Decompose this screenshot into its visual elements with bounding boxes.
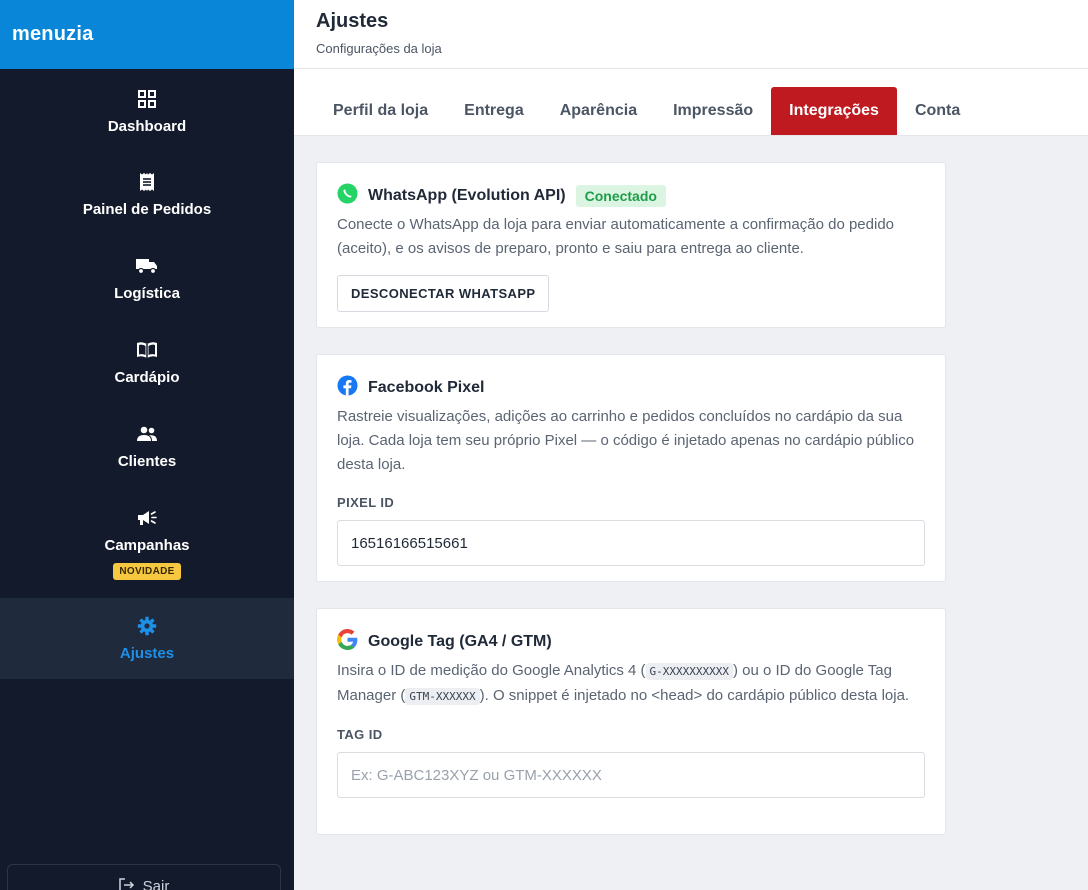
sidebar-item-label: Dashboard [107, 117, 187, 135]
google-icon [337, 629, 358, 655]
receipt-icon [136, 171, 158, 193]
megaphone-icon [136, 507, 158, 529]
pixel-id-label: PIXEL ID [337, 495, 395, 510]
whatsapp-card-header: WhatsApp (Evolution API) Conectado [337, 183, 925, 209]
page-title: Ajustes [316, 10, 389, 32]
facebook-pixel-card: Facebook Pixel Rastreie visualizações, a… [316, 354, 946, 582]
sidebar-item-label: Clientes [117, 452, 177, 470]
tab-appearance[interactable]: Aparência [542, 87, 655, 135]
tab-printing[interactable]: Impressão [655, 87, 771, 135]
whatsapp-card: WhatsApp (Evolution API) Conectado Conec… [316, 162, 946, 328]
tab-delivery[interactable]: Entrega [446, 87, 542, 135]
whatsapp-icon [337, 183, 358, 209]
tag-id-label: TAG ID [337, 727, 383, 742]
page-header: Ajustes Configurações da loja [294, 0, 1088, 69]
facebook-icon [337, 375, 358, 401]
logout-label: Sair [142, 878, 170, 890]
google-description: Insira o ID de medição do Google Analyti… [337, 659, 925, 709]
google-tag-card: Google Tag (GA4 / GTM) Insira o ID de me… [316, 608, 946, 835]
grid-icon [136, 88, 158, 110]
sidebar-item-menu[interactable]: Cardápio [0, 320, 294, 404]
sidebar-item-dashboard[interactable]: Dashboard [0, 69, 294, 153]
sidebar-item-label: Cardápio [114, 368, 180, 386]
brand-header[interactable]: menuzia [0, 0, 294, 69]
new-badge: NOVIDADE [113, 562, 181, 580]
sidebar-item-orders[interactable]: Painel de Pedidos [0, 153, 294, 236]
sidebar-item-label: Campanhas [104, 536, 190, 554]
sidebar-item-logistics[interactable]: Logística [0, 236, 294, 320]
whatsapp-description: Conecte o WhatsApp da loja para enviar a… [337, 216, 894, 257]
truck-icon [136, 255, 158, 277]
logout-icon [118, 878, 135, 890]
gtm-id-example: GTM-XXXXXX [405, 688, 480, 705]
sidebar: menuzia Dashboard Painel de Pedidos Logí… [0, 0, 294, 890]
google-description-text: ). O snippet é injetado no <head> do car… [479, 687, 910, 704]
sidebar-item-label: Painel de Pedidos [82, 201, 212, 218]
book-icon [136, 339, 158, 361]
users-icon [136, 423, 158, 445]
sidebar-item-label: Logística [114, 284, 180, 302]
google-card-header: Google Tag (GA4 / GTM) [337, 629, 925, 655]
disconnect-whatsapp-button[interactable]: DESCONECTAR WHATSAPP [337, 275, 550, 312]
facebook-title: Facebook Pixel [368, 379, 485, 396]
google-title: Google Tag (GA4 / GTM) [368, 633, 552, 650]
tab-integrations[interactable]: Integrações [771, 87, 897, 135]
logout-button[interactable]: Sair [7, 864, 281, 890]
pixel-id-input[interactable] [337, 520, 925, 566]
tab-account[interactable]: Conta [897, 87, 978, 135]
tab-store-profile[interactable]: Perfil da loja [315, 87, 446, 135]
ga4-id-example: G-XXXXXXXXXX [645, 663, 733, 680]
tag-id-input[interactable] [337, 752, 925, 798]
gear-icon [136, 615, 158, 637]
facebook-description: Rastreie visualizações, adições ao carri… [337, 408, 915, 473]
page-subtitle: Configurações da loja [316, 41, 442, 56]
settings-tabs: Perfil da loja Entrega Aparência Impress… [294, 69, 1088, 136]
sidebar-item-campaigns[interactable]: Campanhas NOVIDADE [0, 488, 294, 598]
sidebar-nav: Dashboard Painel de Pedidos Logística Ca… [0, 69, 294, 679]
facebook-card-header: Facebook Pixel [337, 375, 925, 401]
whatsapp-title: WhatsApp (Evolution API) [368, 187, 566, 204]
sidebar-item-clients[interactable]: Clientes [0, 404, 294, 488]
status-badge: Conectado [575, 185, 666, 207]
sidebar-item-settings[interactable]: Ajustes [0, 598, 294, 679]
sidebar-item-label: Ajustes [119, 645, 175, 662]
google-description-text: Insira o ID de medição do Google Analyti… [337, 662, 646, 679]
brand-logo-text: menuzia [12, 23, 94, 45]
